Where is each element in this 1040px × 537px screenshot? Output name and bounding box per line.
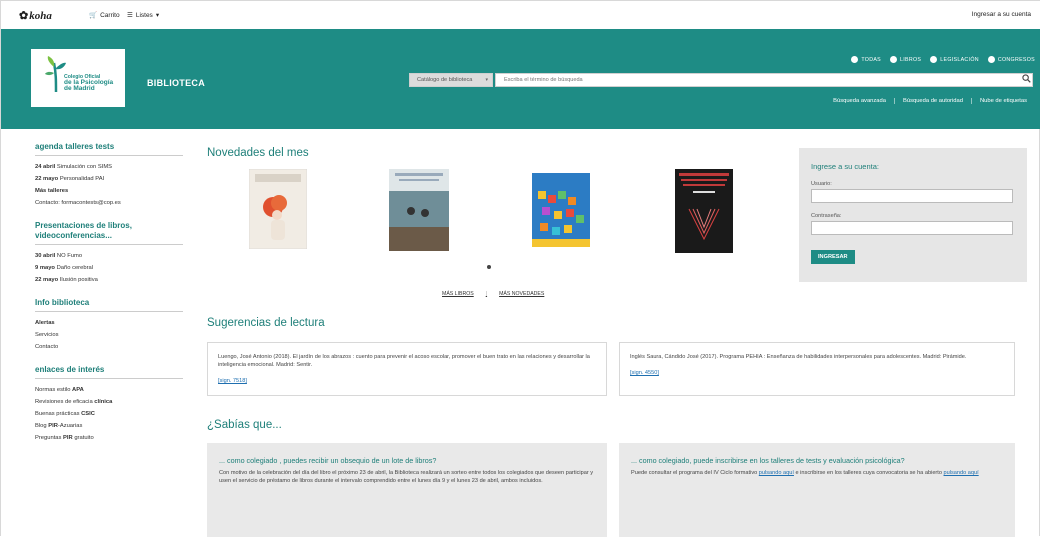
book-cover[interactable] [249,169,307,249]
top-bar: ✿koha 🛒 Carrito ☰ Listes ▾ Ingresar a su… [1,1,1040,29]
koha-logo[interactable]: ✿koha [19,9,52,22]
list-item[interactable]: 9 mayo Daño cerebral [35,262,183,274]
login-title: Ingrese a su cuenta: [811,162,879,171]
radio-dot-icon [930,56,938,63]
list-item[interactable]: Más talleres [35,185,183,197]
search-input[interactable] [495,73,1033,87]
authority-search-link[interactable]: Búsqueda de autoridad [893,98,971,104]
links-section: enlaces de interés Normas estilo APA Rev… [35,365,183,444]
fact-card: ... como colegiado , puedes recibir un o… [207,443,607,537]
user-label: Usuario: [811,181,832,187]
lists-label: Listes [135,11,153,19]
list-item[interactable]: Buenas prácticas CSIC [35,408,183,420]
list-item[interactable]: 22 mayo Ilusión positiva [35,274,183,286]
books-carousel [207,169,767,259]
section-title: Presentaciones de libros, videoconferenc… [35,221,183,245]
search-links: Búsqueda avanzada Búsqueda de autoridad … [825,98,1035,104]
list-item[interactable]: Revisiones de eficacia clínica [35,396,183,408]
search-scope-radios: TODAS LIBROS LEGISLACIÓN CONGRESOS [851,56,1035,63]
chevron-down-icon: ▾ [155,12,160,19]
click-here-link[interactable]: pulsando aquí [759,470,794,476]
leaf-icon: ✿ [19,10,29,22]
radio-congresos[interactable]: CONGRESOS [987,56,1035,63]
fact-text: Con motivo de la celebración del día del… [219,470,594,484]
suggestion-text: Inglés Saura, Cándido José (2017). Progr… [630,354,967,360]
radio-dot-icon [890,56,897,63]
section-title: enlaces de interés [35,365,183,379]
list-item[interactable]: Preguntas PIR gratuito [35,432,183,444]
suggestion-text: Luengo, José Antonio (2018). El jardín d… [218,354,590,368]
news-heading: Novedades del mes [207,147,309,159]
book-cover[interactable] [532,173,590,247]
suggestion-card: Luengo, José Antonio (2018). El jardín d… [207,342,607,396]
list-item[interactable]: 24 abril Simulación con SIMS [35,161,183,173]
info-section: Info biblioteca Alertas Servicios Contac… [35,298,183,353]
more-news-link[interactable]: MÁS NOVEDADES [499,291,544,297]
list-item[interactable]: 22 mayo Personalidad PAI [35,173,183,185]
cart-label: Carrito [100,11,120,19]
cart-icon: 🛒 [89,12,98,19]
more-links: MÁS LIBROS | MÁS NOVEDADES [442,291,545,297]
list-item: Contacto: formacontests@cop.es [35,200,121,206]
radio-legislacion[interactable]: LEGISLACIÓN [930,56,979,63]
institution-logo[interactable]: Colegio Oficial de la Psicología de Madr… [31,49,125,107]
chevron-down-icon: ▾ [485,77,488,83]
contact-link[interactable]: Contacto [35,341,183,353]
agenda-section: agenda talleres tests 24 abril Simulació… [35,142,183,209]
header-banner: Colegio Oficial de la Psicología de Madr… [1,29,1040,129]
login-button[interactable]: INGRESAR [811,250,855,264]
radio-libros[interactable]: LIBROS [890,56,921,63]
signature-link[interactable]: [sign. 4550] [630,369,1004,377]
user-input[interactable] [811,189,1013,203]
catalog-select[interactable]: Catálogo de biblioteca ▾ [409,73,493,87]
search-icon[interactable] [1022,74,1031,85]
presentations-section: Presentaciones de libros, videoconferenc… [35,221,183,286]
tag-cloud-link[interactable]: Nube de etiquetas [970,98,1035,104]
list-icon: ☰ [127,12,133,19]
radio-todas[interactable]: TODAS [851,56,881,63]
suggestion-card: Inglés Saura, Cándido José (2017). Progr… [619,342,1015,396]
login-panel: Ingrese a su cuenta: Usuario: Contraseña… [799,148,1027,282]
list-item[interactable]: Normas estilo APA [35,384,183,396]
page-frame: ✿koha 🛒 Carrito ☰ Listes ▾ Ingresar a su… [0,0,1040,537]
signature-link[interactable]: [sign. 7518] [218,377,596,385]
list-item[interactable]: Blog PIR-Azuarias [35,420,183,432]
section-title: agenda talleres tests [35,142,183,156]
suggestions-heading: Sugerencias de lectura [207,317,325,329]
alerts-link[interactable]: Alertas [35,317,183,329]
more-books-link[interactable]: MÁS LIBROS [442,291,474,297]
login-link[interactable]: Ingresar a su cuenta [972,11,1031,18]
password-input[interactable] [811,221,1013,235]
did-you-know-heading: ¿Sabías que... [207,419,282,431]
click-here-link[interactable]: pulsando aquí [944,470,979,476]
radio-dot-icon [987,56,995,63]
cart-link[interactable]: 🛒 Carrito [89,11,120,20]
list-item[interactable]: 30 abril NO Fumo [35,250,183,262]
radio-dot-icon [851,56,859,63]
carousel-dot[interactable] [487,265,491,269]
services-link[interactable]: Servicios [35,329,183,341]
left-sidebar: agenda talleres tests 24 abril Simulació… [35,142,183,456]
brand-text: koha [29,10,52,22]
book-cover[interactable] [675,169,733,253]
password-label: Contraseña: [811,213,842,219]
section-title: Info biblioteca [35,298,183,312]
advanced-search-link[interactable]: Búsqueda avanzada [825,98,894,104]
logo-text: Colegio Oficial de la Psicología de Madr… [64,74,114,92]
book-cover[interactable] [389,169,449,251]
fact-title: ... como colegiado, puede inscribirse en… [631,456,905,465]
library-title: BIBLIOTECA [147,78,205,88]
fact-text: Puede consultar el programa del IV Ciclo… [631,470,979,476]
lists-menu[interactable]: ☰ Listes ▾ [127,11,160,20]
fact-card: ... como colegiado, puede inscribirse en… [619,443,1015,537]
fact-title: ... como colegiado , puedes recibir un o… [219,456,437,465]
